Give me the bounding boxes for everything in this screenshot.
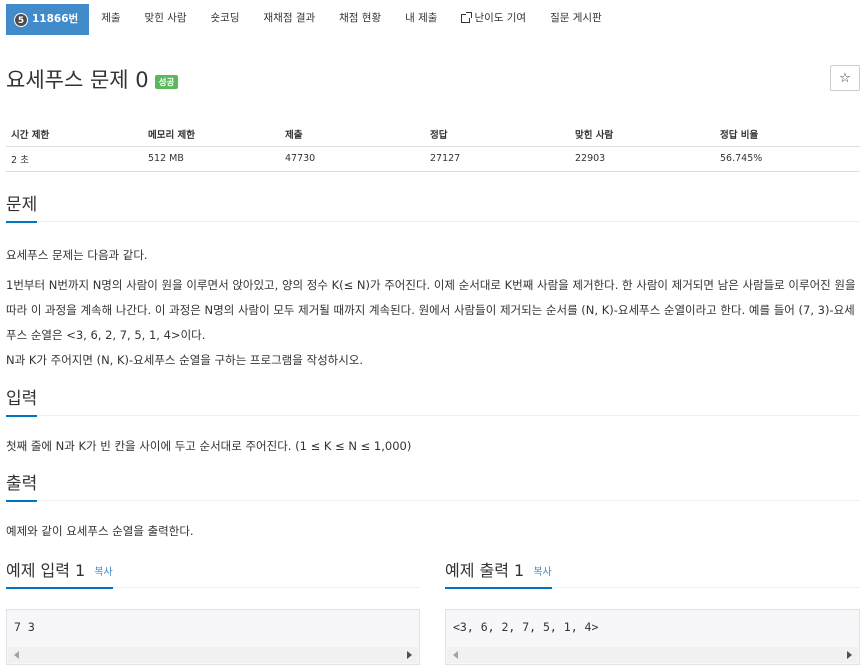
scroll-left-icon[interactable] <box>453 651 458 659</box>
output-section-header: 출력 <box>6 473 860 502</box>
submissions-value: 47730 <box>280 146 425 172</box>
nav-problem-id-label: 11866번 <box>32 13 79 25</box>
sample-output-heading: 예제 출력 1 복사 <box>445 560 552 589</box>
input-description: 첫째 줄에 N과 K가 빈 칸을 사이에 두고 순서대로 주어진다. (1 ≤ … <box>6 439 412 453</box>
problem-section-header: 문제 <box>6 194 860 223</box>
sample-input-heading: 예제 입력 1 복사 <box>6 560 113 589</box>
solved-users-value: 22903 <box>570 146 715 172</box>
nav-board-label: 질문 게시판 <box>550 12 602 24</box>
problem-heading: 문제 <box>6 194 38 223</box>
nav-my-submissions[interactable]: 내 제출 <box>393 0 449 36</box>
copy-output-link[interactable]: 복사 <box>533 567 551 578</box>
external-link-icon <box>461 11 473 23</box>
scroll-left-icon[interactable] <box>14 651 19 659</box>
title-row: 요세푸스 문제 0 성공 <box>6 64 179 94</box>
nav-submit[interactable]: 제출 <box>89 0 132 36</box>
ratio-value: 56.745% <box>715 146 860 172</box>
nav-difficulty-label: 난이도 기여 <box>474 12 527 24</box>
nav-problem-id[interactable]: 5 11866번 <box>6 4 90 35</box>
col-solved-users: 맞힌 사람 <box>570 123 715 147</box>
sample-output-title: 예제 출력 1 <box>445 561 525 580</box>
accepted-value: 27127 <box>425 146 570 172</box>
sample-output-header: 예제 출력 1 복사 <box>445 560 860 589</box>
col-accepted: 정답 <box>425 123 570 147</box>
sample-output-value: <3, 6, 2, 7, 5, 1, 4> <box>453 620 599 634</box>
problem-task: N과 K가 주어지면 (N, K)-요세푸스 순열을 구하는 프로그램을 작성하… <box>6 353 364 367</box>
copy-input-link[interactable]: 복사 <box>94 567 112 578</box>
problem-description: 1번부터 N번까지 N명의 사람이 원을 이루면서 앉아있고, 양의 정수 K(… <box>6 278 856 342</box>
sample-input-header: 예제 입력 1 복사 <box>6 560 420 589</box>
col-ratio: 정답 비율 <box>715 123 860 147</box>
sample-input-title: 예제 입력 1 <box>6 561 86 580</box>
page-title: 요세푸스 문제 0 <box>6 68 149 92</box>
col-memory-limit: 메모리 제한 <box>143 123 280 147</box>
nav-status[interactable]: 채점 현황 <box>327 0 393 36</box>
problem-intro: 요세푸스 문제는 다음과 같다. <box>6 248 148 262</box>
output-heading: 출력 <box>6 473 38 502</box>
col-submissions: 제출 <box>280 123 425 147</box>
nav-short-coding-label: 숏코딩 <box>210 12 240 24</box>
scroll-right-icon[interactable] <box>407 651 412 659</box>
tier-badge-icon: 5 <box>14 12 28 27</box>
table-row: 2 초 512 MB 47730 27127 22903 56.745% <box>6 146 860 172</box>
star-button[interactable]: ☆ <box>830 65 860 91</box>
sample-input-value: 7 3 <box>14 620 35 634</box>
table-header-row: 시간 제한 메모리 제한 제출 정답 맞힌 사람 정답 비율 <box>6 123 860 147</box>
output-description: 예제와 같이 요세푸스 순열을 출력한다. <box>6 524 194 538</box>
time-limit-value: 2 초 <box>6 146 143 172</box>
nav-submit-label: 제출 <box>101 12 121 24</box>
nav-difficulty[interactable]: 난이도 기여 <box>449 0 538 36</box>
star-icon: ☆ <box>839 70 851 86</box>
horizontal-scrollbar[interactable] <box>8 647 418 663</box>
nav-my-submissions-label: 내 제출 <box>405 12 438 24</box>
horizontal-scrollbar[interactable] <box>447 647 858 663</box>
nav-rejudge-label: 재채점 결과 <box>263 12 316 24</box>
nav-short-coding[interactable]: 숏코딩 <box>199 0 252 36</box>
status-badge: 성공 <box>154 75 179 89</box>
memory-limit-value: 512 MB <box>143 146 280 172</box>
problem-nav: 5 11866번 제출 맞힌 사람 숏코딩 재채점 결과 채점 현황 내 제출 … <box>0 0 866 38</box>
nav-rejudge[interactable]: 재채점 결과 <box>252 0 328 36</box>
scroll-right-icon[interactable] <box>847 651 852 659</box>
col-time-limit: 시간 제한 <box>6 123 143 147</box>
nav-solved-users-label: 맞힌 사람 <box>144 12 187 24</box>
nav-status-label: 채점 현황 <box>339 12 382 24</box>
nav-solved-users[interactable]: 맞힌 사람 <box>133 0 199 36</box>
sample-input-box[interactable]: 7 3 <box>6 609 420 665</box>
nav-board[interactable]: 질문 게시판 <box>538 0 614 36</box>
sample-output-box[interactable]: <3, 6, 2, 7, 5, 1, 4> <box>445 609 860 665</box>
input-section-header: 입력 <box>6 388 860 417</box>
problem-info-table: 시간 제한 메모리 제한 제출 정답 맞힌 사람 정답 비율 2 초 512 M… <box>6 123 860 172</box>
input-heading: 입력 <box>6 388 38 417</box>
